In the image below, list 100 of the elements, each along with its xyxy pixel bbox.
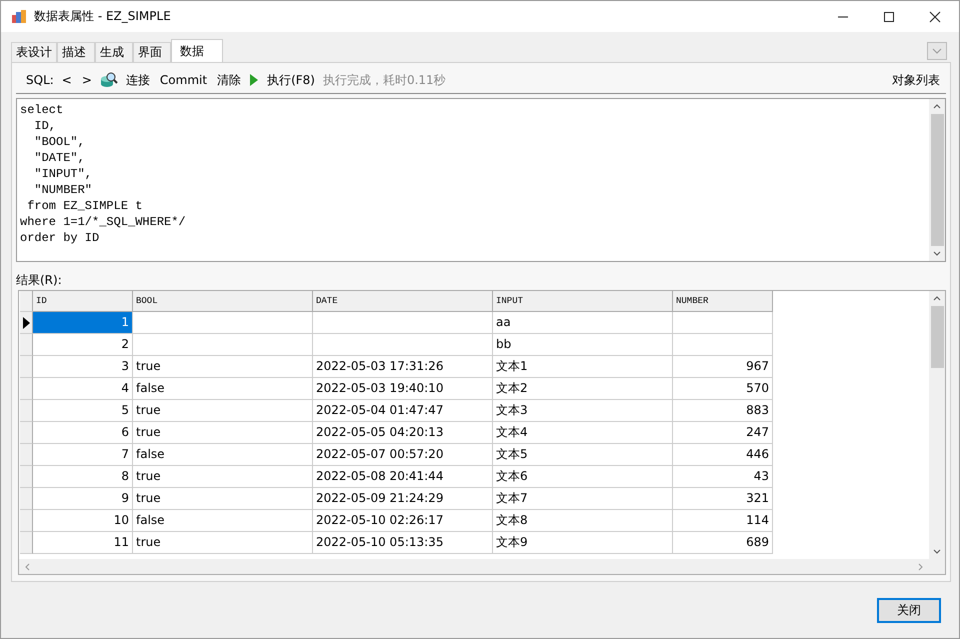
close-button[interactable]: 关闭: [877, 598, 941, 623]
table-cell: true: [133, 400, 313, 422]
table-cell: 文本8: [493, 510, 673, 532]
table-cell: 7: [33, 444, 133, 466]
table-cell: 文本1: [493, 356, 673, 378]
table-cell: 967: [673, 356, 773, 378]
column-header[interactable]: ID: [33, 291, 133, 312]
commit-button[interactable]: Commit: [158, 73, 210, 87]
run-icon[interactable]: [249, 73, 260, 87]
table-cell: 883: [673, 400, 773, 422]
table-cell: 10: [33, 510, 133, 532]
app-icon: [11, 8, 27, 24]
table-cell: 570: [673, 378, 773, 400]
status-text: 执行完成，耗时0.11秒: [322, 72, 446, 88]
table-cell: 6: [33, 422, 133, 444]
table-cell: 2022-05-05 04:20:13: [313, 422, 493, 444]
code-line: select: [20, 102, 64, 118]
table-cell: 11: [33, 532, 133, 554]
table-cell: false: [133, 444, 313, 466]
code-line: "NUMBER": [33, 182, 94, 198]
table-cell: 446: [673, 444, 773, 466]
table-cell: 321: [673, 488, 773, 510]
code-line: "BOOL",: [33, 134, 86, 150]
table-cell: 2022-05-07 00:57:20: [313, 444, 493, 466]
scroll-left-icon[interactable]: [25, 562, 30, 570]
table-cell: 43: [673, 466, 773, 488]
table-cell: 文本5: [493, 444, 673, 466]
scroll-right-icon[interactable]: [918, 562, 923, 570]
table-cell: 2022-05-03 17:31:26: [313, 356, 493, 378]
scrollbar[interactable]: [929, 291, 945, 559]
table-cell: 1: [33, 312, 133, 334]
sql-label: SQL:: [26, 73, 54, 87]
table-cell: 2: [33, 334, 133, 356]
scroll-up-icon[interactable]: [933, 296, 941, 301]
table-cell: bb: [493, 334, 673, 356]
table-cell: 2022-05-10 02:26:17: [313, 510, 493, 532]
previous-button[interactable]: <: [60, 73, 74, 87]
table-cell: 4: [33, 378, 133, 400]
code-line: "DATE",: [33, 150, 86, 166]
code-line: order by ID: [20, 230, 100, 246]
code-line: "INPUT",: [33, 166, 94, 182]
table-cell: aa: [493, 312, 673, 334]
scroll-down-icon[interactable]: [933, 549, 941, 554]
scrollbar[interactable]: [929, 99, 945, 261]
scroll-thumb[interactable]: [930, 306, 944, 368]
table-cell: true: [133, 466, 313, 488]
table-cell: 文本6: [493, 466, 673, 488]
horizontal-scrollbar[interactable]: [19, 559, 945, 574]
table-cell: 114: [673, 510, 773, 532]
connect-button[interactable]: 连接: [124, 72, 152, 88]
table-cell: 2022-05-03 19:40:10: [313, 378, 493, 400]
table-cell: 8: [33, 466, 133, 488]
table-cell: 2022-05-09 21:24:29: [313, 488, 493, 510]
database-icon[interactable]: [100, 71, 118, 89]
sql-editor[interactable]: select ID, "BOOL", "DATE", "INPUT", "NUMBER" from EZ_SIMPLE t where 1=1/*_SQL_WHERE*/ order by ID: [16, 98, 946, 262]
dropdown-icon[interactable]: [927, 42, 947, 60]
tab[interactable]: 表设计: [11, 42, 57, 62]
code-line: ID,: [33, 118, 58, 134]
code-line: from EZ_SIMPLE t: [26, 198, 144, 214]
scroll-thumb[interactable]: [930, 114, 944, 246]
maximize-icon[interactable]: [883, 10, 895, 22]
tab[interactable]: 数据: [171, 39, 223, 62]
table-cell: 5: [33, 400, 133, 422]
execute-button[interactable]: 执行(F8): [265, 72, 317, 88]
table-cell: 2022-05-10 05:13:35: [313, 532, 493, 554]
close-icon[interactable]: [929, 10, 941, 22]
table-cell: 9: [33, 488, 133, 510]
column-header[interactable]: NUMBER: [673, 291, 773, 312]
tab[interactable]: 描述: [57, 42, 95, 62]
table-cell: false: [133, 378, 313, 400]
table-cell: 3: [33, 356, 133, 378]
scroll-up-icon[interactable]: [933, 104, 941, 109]
clear-button[interactable]: 清除: [215, 72, 244, 88]
window-title: 数据表属性 - EZ_SIMPLE: [34, 8, 171, 25]
table-cell: true: [133, 532, 313, 554]
table-cell: 文本7: [493, 488, 673, 510]
table-cell: 2022-05-04 01:47:47: [313, 400, 493, 422]
code-line: where 1=1/*_SQL_WHERE*/: [20, 214, 187, 230]
table-cell: true: [133, 422, 313, 444]
row-header[interactable]: [20, 312, 33, 334]
row-indicator-icon: [22, 316, 30, 328]
results-label: 结果(R):: [16, 272, 63, 289]
table-cell: 文本9: [493, 532, 673, 554]
column-header[interactable]: DATE: [313, 291, 493, 312]
table-cell: true: [133, 488, 313, 510]
next-button[interactable]: >: [80, 73, 94, 87]
table-cell: 文本4: [493, 422, 673, 444]
scroll-down-icon[interactable]: [933, 251, 941, 256]
tab[interactable]: 界面: [133, 42, 171, 62]
table-cell: 2022-05-08 20:41:44: [313, 466, 493, 488]
table-cell: 文本2: [493, 378, 673, 400]
column-header[interactable]: BOOL: [133, 291, 313, 312]
table-cell: true: [133, 356, 313, 378]
table-cell: 247: [673, 422, 773, 444]
table-cell: 689: [673, 532, 773, 554]
table-cell: false: [133, 510, 313, 532]
column-header[interactable]: INPUT: [493, 291, 673, 312]
tab[interactable]: 生成: [95, 42, 133, 62]
table-cell: 文本3: [493, 400, 673, 422]
object-list-button[interactable]: 对象列表: [890, 72, 942, 88]
